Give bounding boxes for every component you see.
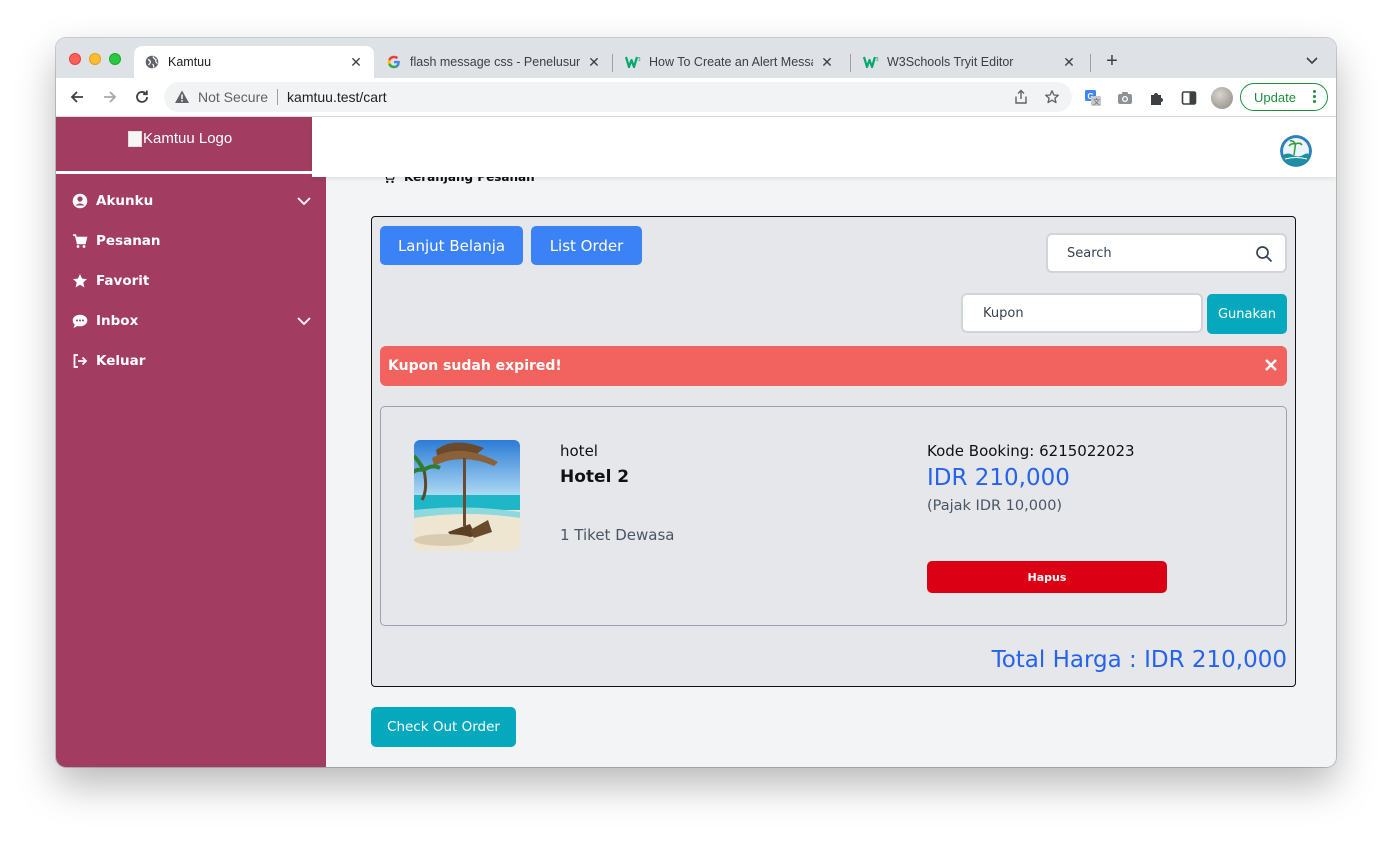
- close-icon[interactable]: ✕: [819, 54, 835, 70]
- cart-item: hotel Hotel 2 1 Tiket Dewasa Kode Bookin…: [380, 406, 1287, 626]
- security-label: Not Secure: [198, 89, 269, 105]
- update-button[interactable]: Update: [1240, 83, 1328, 111]
- user-circle-icon: [72, 193, 88, 209]
- tab-w3schools-alert[interactable]: 3 How To Create an Alert Message ✕: [615, 46, 845, 78]
- booking-code: Kode Booking: 6215022023: [927, 442, 1135, 460]
- user-avatar[interactable]: [1280, 135, 1312, 167]
- warning-icon: [175, 90, 189, 103]
- browser-toolbar: Not Secure kamtuu.test/cart G文 Update: [56, 78, 1336, 117]
- sidebar-item-pesanan[interactable]: Pesanan: [72, 231, 312, 251]
- profile-avatar[interactable]: [1211, 87, 1233, 109]
- minimize-window-button[interactable]: [89, 53, 101, 65]
- more-vert-icon: [1313, 90, 1317, 105]
- close-icon[interactable]: ✕: [586, 54, 602, 70]
- tab-title: How To Create an Alert Message: [649, 55, 813, 69]
- camera-icon[interactable]: [1116, 89, 1134, 107]
- svg-text:文: 文: [1093, 97, 1100, 106]
- top-header: [312, 117, 1336, 177]
- chat-icon: [72, 313, 88, 329]
- list-order-button[interactable]: List Order: [531, 226, 642, 265]
- item-tax: (Pajak IDR 10,000): [927, 498, 1063, 514]
- svg-text:3: 3: [876, 57, 879, 63]
- divider: [277, 89, 279, 105]
- reload-icon: [136, 90, 148, 103]
- forward-button[interactable]: [99, 86, 121, 108]
- new-tab-button[interactable]: +: [1102, 51, 1122, 71]
- tab-separator: [850, 54, 851, 72]
- tab-strip: Kamtuu ✕ flash message css - Penelusuran…: [56, 38, 1336, 78]
- google-icon: [386, 54, 402, 70]
- tab-kamtuu[interactable]: Kamtuu ✕: [134, 46, 374, 78]
- close-icon[interactable]: ✕: [348, 54, 364, 70]
- sidebar-item-label: Keluar: [96, 353, 146, 369]
- tab-google-search[interactable]: flash message css - Penelusuran ✕: [376, 46, 612, 78]
- cart-icon: [72, 233, 88, 249]
- star-icon: [72, 273, 88, 289]
- arrow-left-icon: [70, 91, 83, 103]
- close-window-button[interactable]: [69, 53, 81, 65]
- tab-title: Kamtuu: [168, 55, 212, 69]
- logout-icon: [72, 353, 88, 369]
- chevron-down-icon[interactable]: [1304, 52, 1320, 68]
- cart-panel: Lanjut Belanja List Order Search Kupon G…: [371, 216, 1296, 687]
- close-icon[interactable]: [1264, 358, 1278, 372]
- sidebar-item-favorit[interactable]: Favorit: [72, 271, 312, 291]
- w3schools-icon: 3: [863, 54, 879, 70]
- tab-separator: [612, 54, 613, 72]
- w3schools-icon: 3: [625, 54, 641, 70]
- tab-title: W3Schools Tryit Editor: [887, 55, 1014, 69]
- reload-button[interactable]: [131, 86, 153, 108]
- coupon-placeholder: Kupon: [983, 305, 1024, 321]
- item-price: IDR 210,000: [927, 465, 1070, 491]
- sidebar: Kamtuu Logo Akunku Pesanan Favorit Inbox…: [56, 117, 326, 767]
- update-label: Update: [1254, 89, 1296, 105]
- search-placeholder: Search: [1067, 245, 1112, 261]
- search-icon[interactable]: [1255, 245, 1273, 263]
- sidebar-item-keluar[interactable]: Keluar: [72, 351, 312, 371]
- kamtuu-logo[interactable]: Kamtuu Logo: [128, 130, 232, 147]
- checkout-button[interactable]: Check Out Order: [371, 707, 516, 747]
- logo-area: Kamtuu Logo: [56, 117, 312, 174]
- arrow-right-icon: [104, 91, 117, 103]
- continue-shopping-button[interactable]: Lanjut Belanja: [380, 226, 523, 265]
- item-name: Hotel 2: [560, 467, 630, 487]
- hotel-thumbnail: [414, 440, 520, 551]
- browser-window: Kamtuu ✕ flash message css - Penelusuran…: [56, 38, 1336, 767]
- close-icon[interactable]: ✕: [1061, 54, 1077, 70]
- bookmark-star-icon[interactable]: [1044, 89, 1060, 105]
- translate-icon[interactable]: G文: [1084, 89, 1102, 107]
- sidebar-item-inbox[interactable]: Inbox: [72, 311, 312, 331]
- tab-title: flash message css - Penelusuran: [410, 55, 580, 69]
- sidebar-item-label: Inbox: [96, 313, 139, 329]
- item-category: hotel: [560, 442, 598, 460]
- sidebar-item-label: Favorit: [96, 273, 150, 289]
- page-viewport: Kamtuu Logo Akunku Pesanan Favorit Inbox…: [56, 117, 1336, 767]
- search-input[interactable]: Search: [1046, 233, 1287, 273]
- broken-image-icon: [128, 130, 142, 147]
- delete-item-button[interactable]: Hapus: [927, 561, 1167, 593]
- chevron-down-icon: [297, 197, 311, 206]
- logo-alt-text: Kamtuu Logo: [143, 130, 233, 147]
- apply-coupon-button[interactable]: Gunakan: [1207, 294, 1287, 334]
- sidebar-item-label: Pesanan: [96, 233, 161, 249]
- puzzle-icon[interactable]: [1148, 89, 1166, 107]
- tab-separator: [1090, 54, 1091, 72]
- maximize-window-button[interactable]: [109, 53, 121, 65]
- globe-icon: [144, 54, 160, 70]
- svg-text:3: 3: [638, 57, 641, 63]
- tab-w3schools-tryit[interactable]: 3 W3Schools Tryit Editor ✕: [853, 46, 1087, 78]
- item-quantity: 1 Tiket Dewasa: [560, 526, 675, 544]
- share-icon[interactable]: [1013, 89, 1029, 105]
- address-bar[interactable]: Not Secure kamtuu.test/cart: [164, 82, 1072, 112]
- coupon-input[interactable]: Kupon: [961, 293, 1203, 333]
- sidebar-item-label: Akunku: [96, 193, 154, 209]
- flash-alert: Kupon sudah expired!: [380, 346, 1287, 386]
- sidepanel-icon[interactable]: [1180, 89, 1198, 107]
- sidebar-item-akunku[interactable]: Akunku: [72, 191, 312, 211]
- back-button[interactable]: [66, 86, 88, 108]
- chevron-down-icon: [297, 317, 311, 326]
- alert-message: Kupon sudah expired!: [388, 358, 562, 374]
- total-price: Total Harga : IDR 210,000: [991, 647, 1287, 673]
- url-text: kamtuu.test/cart: [287, 89, 387, 105]
